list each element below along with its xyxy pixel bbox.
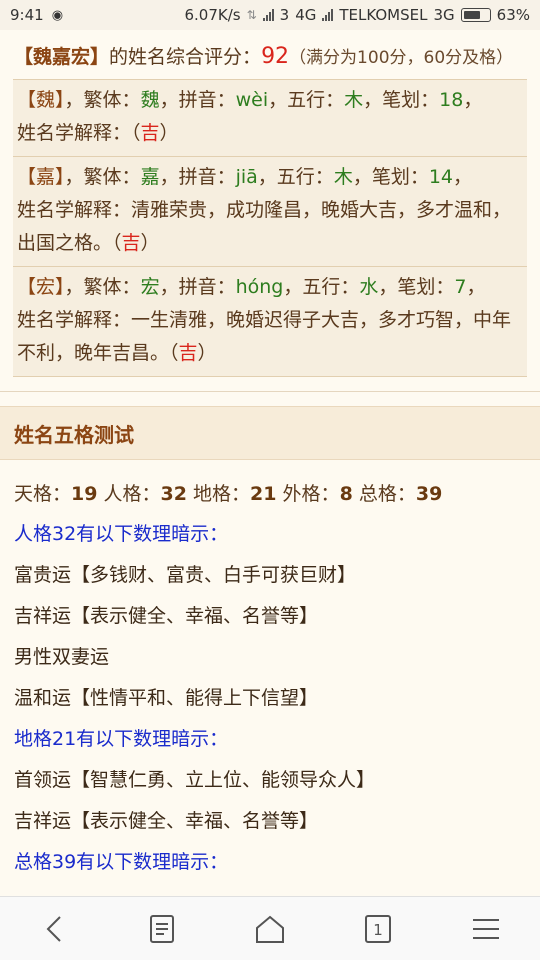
status-bar: 9:41 ◉ 6.07K/s ⇅ 3 4G TELKOMSEL 3G 63% [0,0,540,30]
explain-label: 姓名学解释： [17,122,132,144]
grid-value: 32 [160,483,187,505]
page-content[interactable]: 【魏嘉宏】的姓名综合评分：92（满分为100分，60分及格） 【魏】，繁体：魏，… [0,30,540,896]
pinyin-label: ，拼音： [159,166,236,188]
char-detail-box: 【嘉】，繁体：嘉，拼音：jiā，五行：木，笔划：14， 姓名学解释：清雅荣贵，成功… [13,157,527,267]
char-name: 魏 [36,89,56,111]
status-time: 9:41 [10,6,44,24]
line-tail: ， [466,276,486,298]
back-button[interactable] [24,904,84,954]
grid-label: 天格： [14,483,72,505]
sim-number: 3 [279,6,290,24]
grid-value: 21 [250,483,277,505]
hint-heading: 人格32有以下数理暗示： [14,523,229,545]
grid-label: 外格： [282,483,340,505]
network-type-2: 3G [433,6,455,24]
wuxing-label: ，五行： [283,276,360,298]
section-title: 姓名五格测试 [0,406,540,460]
wuxing-value: 水 [359,276,379,298]
strokes-value: 7 [454,276,467,298]
bottom-nav: 1 [0,896,540,960]
pinyin-label: ，拼音： [159,276,236,298]
wuxing-label: ，五行： [257,166,334,188]
divider [0,391,540,392]
trad-value: 魏 [140,89,160,111]
strokes-label: ，笔划： [378,276,455,298]
strokes-label: ，笔划： [352,166,429,188]
pinyin-value: hóng [235,276,284,298]
pinyin-value: jiā [235,166,258,188]
menu-page-button[interactable] [132,904,192,954]
hint-item: 吉祥运【表示健全、幸福、名誉等】 [14,810,319,832]
trad-value: 宏 [140,276,160,298]
char-name: 宏 [36,276,56,298]
strokes-value: 18 [439,89,464,111]
qq-icon: ◉ [51,7,64,23]
full-name: 魏嘉宏 [33,46,91,68]
document-icon [150,914,174,943]
luck-value: 吉 [121,232,141,254]
score-note: （满分为100分，60分及格） [289,48,514,68]
line-tail: ， [453,166,473,188]
grid-value: 8 [339,483,353,505]
char-name: 嘉 [36,166,56,188]
char-list: 【魏】，繁体：魏，拼音：wèi，五行：木，笔划：18， 姓名学解释：（吉） 【嘉】，… [0,79,540,377]
net-speed: 6.07K/s [184,6,241,24]
battery-level: 63% [496,6,530,24]
hamburger-menu-button[interactable] [456,904,516,954]
wuxing-value: 木 [344,89,364,111]
hint-item: 吉祥运【表示健全、幸福、名誉等】 [14,605,319,627]
luck-value: 吉 [140,122,160,144]
tabs-icon: 1 [365,914,391,943]
hint-heading: 总格39有以下数理暗示： [14,851,229,873]
home-icon [256,915,284,943]
trad-label: ，繁体： [64,89,141,111]
trad-label: ，繁体： [64,276,141,298]
home-button[interactable] [240,904,300,954]
trad-label: ，繁体： [64,166,141,188]
grid-label: 总格： [358,483,416,505]
luck-value: 吉 [178,342,198,364]
tabs-button[interactable]: 1 [348,904,408,954]
hamburger-icon [473,918,499,939]
score-summary: 【魏嘉宏】的姓名综合评分：92（满分为100分，60分及格） [0,30,540,79]
network-type: 4G [295,6,317,24]
strokes-label: ，笔划： [363,89,440,111]
hint-item: 富贵运【多钱财、富贵、白手可获巨财】 [14,564,357,586]
name-bracket-open: 【 [14,46,34,68]
line-tail: ， [463,89,483,111]
back-icon [46,915,61,942]
name-bracket-close: 】 [90,46,110,68]
status-left: 9:41 ◉ [10,6,63,24]
battery-icon [460,8,491,22]
score-label: 的姓名综合评分： [109,46,262,68]
grid-value: 19 [71,483,98,505]
tab-count: 1 [373,921,383,939]
data-arrows-icon: ⇅ [246,8,257,22]
explain-label: 姓名学解释： [17,199,132,221]
strokes-value: 14 [428,166,454,188]
hint-item: 温和运【性情平和、能得上下信望】 [14,687,319,709]
pinyin-value: wèi [235,89,269,111]
trad-value: 嘉 [140,166,160,188]
section-body: 天格：19 人格：32 地格：21 外格：8 总格：39 人格32有以下数理暗示… [0,460,540,883]
signal-icon [262,9,274,21]
wuxing-value: 木 [333,166,353,188]
signal-icon-2 [322,9,334,21]
char-detail-box: 【宏】，繁体：宏，拼音：hóng，五行：水，笔划：7， 姓名学解释：一生清雅，晚婚… [13,267,527,377]
explain-label: 姓名学解释： [17,309,132,331]
status-right: 6.07K/s ⇅ 3 4G TELKOMSEL 3G 63% [184,6,530,24]
grid-label: 地格： [193,483,251,505]
hint-item: 首领运【智慧仁勇、立上位、能领导众人】 [14,769,376,791]
carrier-name: TELKOMSEL [339,6,428,24]
score-value: 92 [261,44,290,69]
hint-lines: 人格32有以下数理暗示： 富贵运【多钱财、富贵、白手可获巨财】 吉祥运【表示健全、幸… [14,514,526,883]
hint-item: 男性双妻运 [14,646,110,668]
grid-value: 39 [415,483,443,505]
char-detail-box: 【魏】，繁体：魏，拼音：wèi，五行：木，笔划：18， 姓名学解释：（吉） [13,79,527,157]
grid-label: 人格： [103,483,161,505]
pinyin-label: ，拼音： [159,89,236,111]
wuxing-label: ，五行： [268,89,345,111]
hint-heading: 地格21有以下数理暗示： [14,728,229,750]
five-grid-values: 天格：19 人格：32 地格：21 外格：8 总格：39 [14,474,526,514]
